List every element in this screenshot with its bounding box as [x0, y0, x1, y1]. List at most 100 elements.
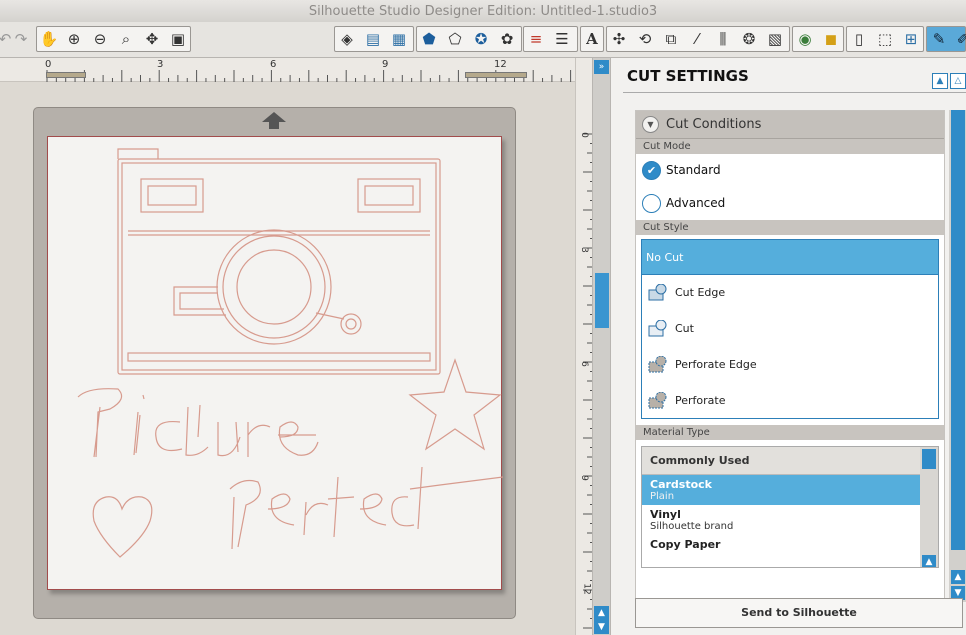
line-color-icon[interactable]: ≡ [525, 28, 547, 50]
rotate-icon[interactable]: ⟲ [634, 28, 656, 50]
style-label: Perforate [675, 394, 726, 407]
shear-icon[interactable]: ⁄ [686, 28, 708, 50]
scroll-up-icon[interactable]: ▲ [922, 555, 936, 567]
fit-to-page-icon[interactable]: ▣ [167, 28, 189, 50]
ruler-label: 3 [578, 247, 589, 253]
cut-edge-icon [648, 284, 667, 301]
mode-advanced[interactable]: Advanced [636, 187, 944, 220]
shape-flower-icon[interactable]: ✿ [496, 28, 518, 50]
camera-right-window-inner [364, 185, 414, 206]
ruler-label: 0 [578, 132, 589, 138]
drag-zoom-icon[interactable]: ✥ [141, 28, 163, 50]
ruler-ticks [46, 70, 572, 82]
material-cardstock[interactable]: Cardstock Plain [642, 475, 938, 505]
scroll-up-icon[interactable]: ▲ [594, 606, 609, 620]
replicate-icon[interactable]: ⫼ [712, 28, 734, 50]
offset-icon[interactable]: ❂ [738, 28, 760, 50]
panel-expand-icon[interactable]: » [594, 60, 609, 74]
mode-standard[interactable]: ✔ Standard [636, 154, 944, 187]
store-icon[interactable]: ◉ [794, 28, 816, 50]
ruler-label: 9 [578, 475, 589, 481]
scroll-thumb[interactable] [951, 110, 965, 550]
style-cut[interactable]: Cut [642, 311, 938, 347]
scale-icon[interactable]: ⧉ [660, 28, 682, 50]
material-name: Vinyl [650, 508, 681, 521]
modify-icon[interactable]: ▧ [764, 28, 786, 50]
cut-area[interactable] [47, 136, 504, 591]
cut-conditions-header[interactable]: ▼ Cut Conditions [636, 111, 944, 139]
canvas-vertical-scrollbar[interactable]: » ▲ ▼ [592, 58, 610, 635]
materials-header: Commonly Used [642, 447, 938, 475]
text-icon[interactable]: A [581, 28, 603, 50]
scroll-thumb[interactable] [922, 449, 936, 469]
gradient-icon[interactable]: ▤ [362, 28, 384, 50]
cutting-mat [33, 107, 516, 619]
camera-strap-right [315, 312, 345, 320]
style-perforate-edge[interactable]: Perforate Edge [642, 347, 938, 383]
horizontal-ruler: 0 3 6 9 12 [0, 58, 575, 82]
camera-divider [128, 230, 430, 236]
send-to-silhouette-button[interactable]: Send to Silhouette [635, 598, 963, 628]
ruler-label: 3 [157, 59, 164, 70]
zoom-select-icon[interactable]: ⌕ [115, 28, 137, 50]
camera-right-window [357, 178, 421, 213]
scroll-thumb[interactable] [595, 273, 609, 328]
material-sub: Plain [650, 491, 675, 502]
grid-icon[interactable]: ⊞ [900, 28, 922, 50]
style-perforate[interactable]: Perforate [642, 383, 938, 419]
panel-collapse-icon[interactable]: ▲ [932, 73, 948, 89]
feed-arrow-icon [262, 112, 286, 122]
send-pen-icon[interactable]: ✐ [952, 28, 966, 50]
style-cut-edge[interactable]: Cut Edge [642, 275, 938, 311]
zoom-in-icon[interactable]: ⊕ [63, 28, 85, 50]
collapse-arrow-icon[interactable]: ▼ [642, 116, 659, 133]
right-roller-marker[interactable] [465, 72, 527, 78]
material-scrollbar[interactable]: ▲ [920, 447, 938, 567]
heart-shape [92, 496, 153, 558]
cut-conditions-section: ▼ Cut Conditions Cut Mode ✔ Standard Adv… [635, 110, 945, 602]
cut-settings-icon[interactable]: ⬚ [874, 28, 896, 50]
library-icon[interactable]: ◼ [820, 28, 842, 50]
page-setup-icon[interactable]: ▯ [848, 28, 870, 50]
transform-icon[interactable]: ✣ [608, 28, 630, 50]
ruler-label: 0 [45, 59, 52, 70]
fill-color-icon[interactable]: ◈ [336, 28, 358, 50]
shape-pentagon-icon[interactable]: ⬟ [418, 28, 440, 50]
star-shape [408, 358, 502, 451]
style-no-cut[interactable]: No Cut [642, 240, 938, 275]
camera-lens-inner [236, 249, 312, 325]
mode-standard-label: Standard [666, 163, 721, 177]
left-roller-marker[interactable] [46, 72, 86, 78]
material-list: Commonly Used Cardstock Plain Vinyl Silh… [641, 446, 939, 568]
panel-scrollbar[interactable]: ▲ ▼ [949, 110, 966, 602]
radio-empty-icon[interactable] [642, 194, 661, 213]
material-copy-paper[interactable]: Copy Paper [642, 535, 938, 565]
zoom-out-icon[interactable]: ⊖ [89, 28, 111, 50]
cut-conditions-label: Cut Conditions [666, 117, 762, 132]
scroll-up-icon[interactable]: ▲ [951, 570, 965, 584]
send-cut-icon[interactable]: ✎ [928, 28, 950, 50]
panel-title: CUT SETTINGS [627, 67, 749, 85]
pan-hand-icon[interactable]: ✋ [38, 28, 60, 50]
line-style-icon[interactable]: ☰ [551, 28, 573, 50]
redo-icon[interactable]: ↷ [10, 28, 32, 50]
scroll-down-icon[interactable]: ▼ [594, 620, 609, 634]
fill-pattern-icon[interactable]: ▦ [388, 28, 410, 50]
ruler-label: 6 [578, 361, 589, 367]
material-vinyl[interactable]: Vinyl Silhouette brand [642, 505, 938, 535]
shape-polygon-icon[interactable]: ⬠ [444, 28, 466, 50]
canvas-area[interactable] [0, 82, 575, 635]
main-toolbar: ↶ ↷ ✋ ⊕ ⊖ ⌕ ✥ ▣ ◈ ▤ ▦ ⬟ ⬠ ✪ ✿ ≡ ☰ A ✣ ⟲ … [0, 22, 966, 58]
checkmark-icon[interactable]: ✔ [642, 161, 661, 180]
panel-options-icon[interactable]: △ [950, 73, 966, 89]
camera-lens-mid [222, 235, 326, 339]
design-artwork[interactable] [48, 137, 504, 591]
style-label: Cut Edge [675, 286, 726, 299]
camera-strap-ring [340, 313, 362, 335]
shape-star-icon[interactable]: ✪ [470, 28, 492, 50]
cut-settings-panel: CUT SETTINGS ▲ △ ▼ Cut Conditions Cut Mod… [610, 58, 966, 635]
camera-body-inner [121, 162, 437, 371]
camera-lens-outer [216, 229, 332, 345]
cut-style-label: Cut Style [636, 220, 944, 235]
material-type-label: Material Type [636, 425, 944, 440]
